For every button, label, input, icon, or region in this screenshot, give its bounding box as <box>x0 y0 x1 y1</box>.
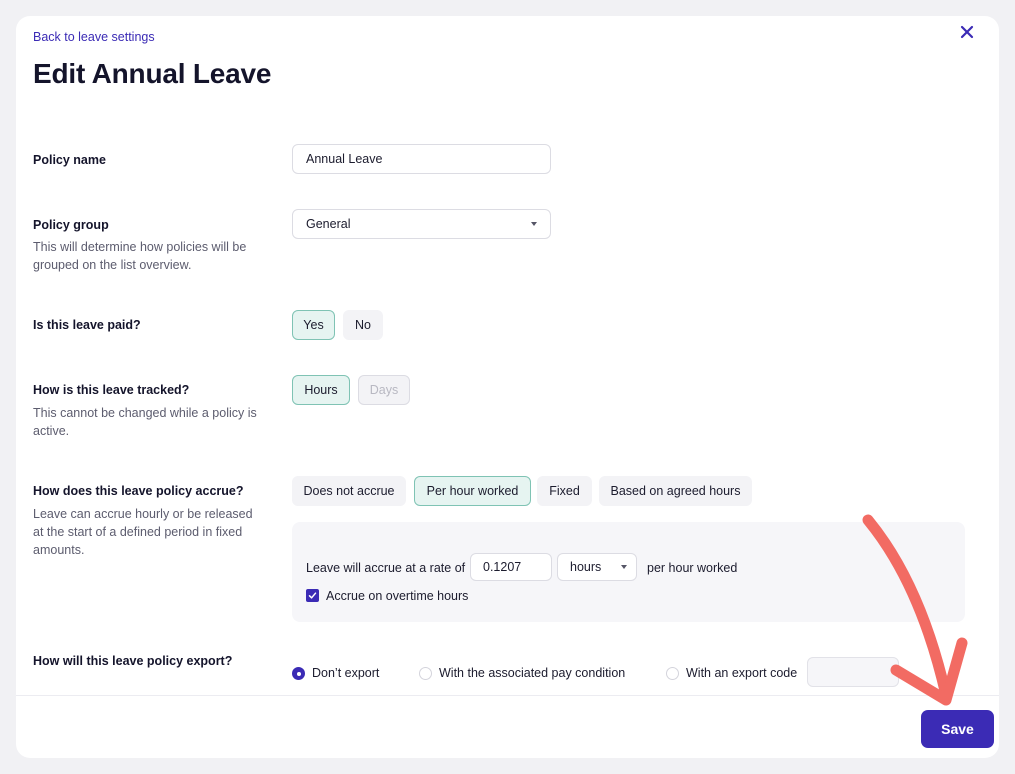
rate-unit-select[interactable]: hours <box>557 553 637 581</box>
tracked-label: How is this leave tracked? <box>33 383 190 397</box>
accrue-overtime-checkbox[interactable] <box>306 589 319 602</box>
accrual-rate-input[interactable]: 0.1207 <box>470 553 552 581</box>
accrue-fixed-chip[interactable]: Fixed <box>537 476 592 506</box>
paid-label: Is this leave paid? <box>33 318 141 332</box>
export-label: How will this leave policy export? <box>33 654 233 668</box>
rate-unit-value: hours <box>570 560 602 574</box>
close-button[interactable] <box>957 22 977 42</box>
paid-yes-chip[interactable]: Yes <box>292 310 335 340</box>
rate-suffix-text: per hour worked <box>647 561 738 575</box>
back-to-leave-settings-link[interactable]: Back to leave settings <box>33 30 155 44</box>
checkmark-icon <box>308 592 317 599</box>
edit-leave-modal: Back to leave settings Edit Annual Leave… <box>16 16 999 758</box>
accrue-label: How does this leave policy accrue? <box>33 484 244 498</box>
page-title: Edit Annual Leave <box>33 58 272 89</box>
accrue-does-not-accrue-chip[interactable]: Does not accrue <box>292 476 406 506</box>
export-dont-export-label: Don’t export <box>312 666 380 680</box>
save-button[interactable]: Save <box>921 710 994 748</box>
rate-prefix-text: Leave will accrue at a rate of <box>306 561 466 575</box>
export-pay-condition-label: With the associated pay condition <box>439 666 626 680</box>
export-dont-export-radio[interactable] <box>292 667 305 680</box>
export-code-label: With an export code <box>686 666 798 680</box>
chevron-down-icon <box>621 565 627 569</box>
tracked-days-chip: Days <box>358 375 410 405</box>
tracked-helper: This cannot be changed while a policy is… <box>33 406 257 438</box>
accrue-overtime-label: Accrue on overtime hours <box>326 589 469 603</box>
accrue-per-hour-worked-chip[interactable]: Per hour worked <box>414 476 531 506</box>
policy-name-label: Policy name <box>33 153 106 167</box>
policy-group-value: General <box>306 217 351 231</box>
close-icon <box>960 25 974 39</box>
policy-group-select[interactable]: General <box>292 209 551 239</box>
paid-no-chip[interactable]: No <box>343 310 383 340</box>
export-pay-condition-radio[interactable] <box>419 667 432 680</box>
footer-divider <box>16 695 999 696</box>
policy-group-label: Policy group <box>33 218 109 232</box>
accrue-based-on-agreed-hours-chip[interactable]: Based on agreed hours <box>599 476 752 506</box>
export-code-radio[interactable] <box>666 667 679 680</box>
policy-group-helper: This will determine how policies will be… <box>33 240 247 272</box>
export-code-input[interactable] <box>807 657 899 687</box>
policy-name-input[interactable]: Annual Leave <box>292 144 551 174</box>
chevron-down-icon <box>531 222 537 226</box>
accrual-rate-panel: Leave will accrue at a rate of 0.1207 ho… <box>292 522 965 622</box>
accrue-helper: Leave can accrue hourly or be released a… <box>33 507 253 557</box>
tracked-hours-chip[interactable]: Hours <box>292 375 350 405</box>
